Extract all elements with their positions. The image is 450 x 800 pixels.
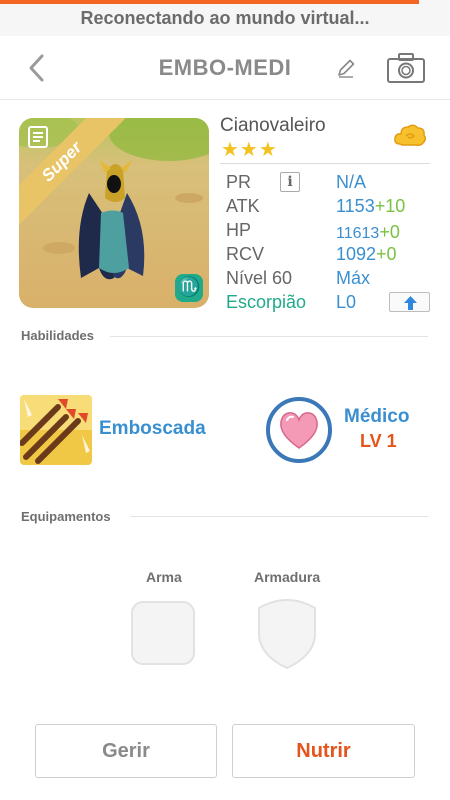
card-icon — [25, 124, 51, 150]
armor-slot[interactable] — [255, 598, 319, 670]
cloud-element-icon — [392, 120, 428, 150]
feed-button[interactable]: Nutrir — [232, 724, 415, 778]
equipment-section-title: Equipamentos — [21, 509, 111, 524]
atk-value: 1153+10 — [336, 196, 406, 216]
page-title: EMBO-MEDI — [158, 55, 292, 80]
pr-label: PR — [226, 172, 252, 192]
arrows-skill-icon — [20, 395, 92, 465]
arrow-up-icon — [404, 296, 417, 310]
leader-skill-name[interactable]: Médico — [344, 406, 409, 428]
zodiac-scorpio-icon: ♏ — [175, 274, 203, 302]
zodiac-upgrade-button[interactable] — [389, 292, 430, 312]
divider — [110, 336, 428, 337]
hp-label: HP — [226, 220, 252, 240]
divider — [220, 163, 430, 164]
header-bar: EMBO-MEDI — [0, 36, 450, 100]
pencil-icon — [338, 59, 355, 78]
active-skill-icon[interactable] — [20, 395, 92, 465]
info-icon[interactable]: i — [280, 172, 300, 192]
heart-icon — [266, 397, 332, 463]
active-skill-name[interactable]: Emboscada — [99, 418, 206, 440]
camera-button[interactable] — [386, 52, 426, 84]
hp-value: 11613+0 — [336, 222, 400, 242]
monster-name: Cianovaleiro — [220, 115, 326, 136]
divider — [130, 516, 428, 517]
atk-bonus: +10 — [374, 196, 406, 216]
zodiac-label: Escorpião — [226, 292, 307, 312]
star-rating: ★★★ — [221, 139, 278, 161]
weapon-label: Arma — [146, 569, 182, 585]
leader-skill-level: LV 1 — [360, 431, 397, 451]
weapon-slot[interactable] — [131, 601, 195, 665]
atk-label: ATK — [226, 196, 260, 216]
camera-icon — [387, 53, 425, 83]
armor-label: Armadura — [254, 569, 321, 585]
skills-section-title: Habilidades — [21, 328, 94, 343]
rcv-value: 1092+0 — [336, 244, 397, 264]
hp-bonus: +0 — [379, 222, 400, 242]
leader-skill-icon[interactable] — [265, 396, 333, 464]
connection-progress-bar — [0, 0, 419, 4]
manage-button[interactable]: Gerir — [35, 724, 217, 778]
level-label: Nível 60 — [226, 268, 293, 288]
pr-value: N/A — [336, 172, 367, 192]
shield-slot-icon — [258, 598, 316, 670]
monster-portrait[interactable]: Super ♏ — [19, 118, 209, 308]
zodiac-level-value: L0 — [336, 292, 357, 312]
connection-status-text: Reconectando ao mundo virtual... — [80, 8, 370, 28]
rcv-bonus: +0 — [376, 244, 397, 264]
status-bar: Reconectando ao mundo virtual... — [0, 0, 450, 36]
rename-button[interactable] — [334, 56, 358, 80]
rcv-label: RCV — [226, 244, 265, 264]
level-value: Máx — [336, 268, 371, 288]
